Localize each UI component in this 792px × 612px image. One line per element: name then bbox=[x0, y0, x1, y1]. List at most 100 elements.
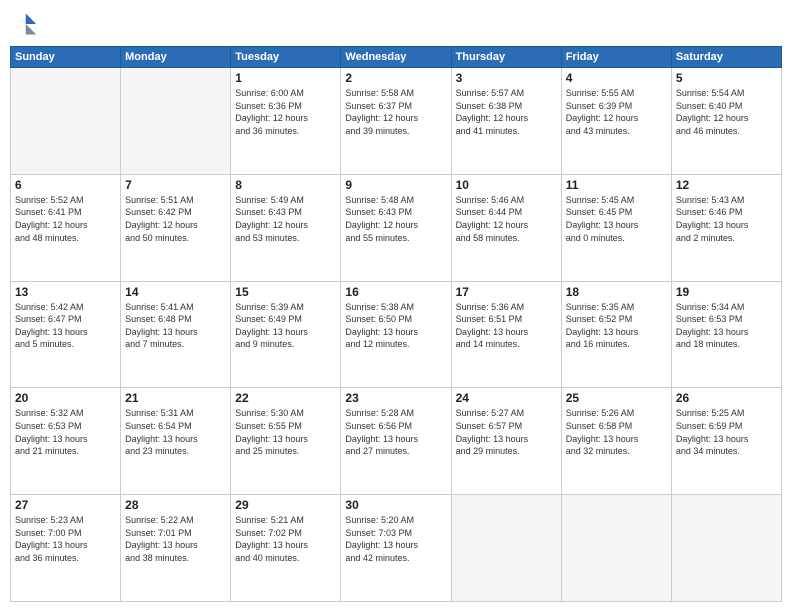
calendar-header-row: SundayMondayTuesdayWednesdayThursdayFrid… bbox=[11, 47, 782, 68]
calendar-cell bbox=[11, 68, 121, 175]
calendar-cell: 15 Sunrise: 5:39 AM Sunset: 6:49 PM Dayli… bbox=[231, 281, 341, 388]
calendar-cell: 11 Sunrise: 5:45 AM Sunset: 6:45 PM Dayli… bbox=[561, 174, 671, 281]
weekday-header: Monday bbox=[121, 47, 231, 68]
calendar-cell: 10 Sunrise: 5:46 AM Sunset: 6:44 PM Dayli… bbox=[451, 174, 561, 281]
calendar-cell: 28 Sunrise: 5:22 AM Sunset: 7:01 PM Dayli… bbox=[121, 495, 231, 602]
calendar-cell: 22 Sunrise: 5:30 AM Sunset: 6:55 PM Dayli… bbox=[231, 388, 341, 495]
day-number: 25 bbox=[566, 391, 667, 405]
day-info: Sunrise: 5:51 AM Sunset: 6:42 PM Dayligh… bbox=[125, 194, 226, 244]
day-info: Sunrise: 5:32 AM Sunset: 6:53 PM Dayligh… bbox=[15, 407, 116, 457]
header bbox=[10, 10, 782, 38]
calendar-cell: 30 Sunrise: 5:20 AM Sunset: 7:03 PM Dayli… bbox=[341, 495, 451, 602]
day-info: Sunrise: 5:39 AM Sunset: 6:49 PM Dayligh… bbox=[235, 301, 336, 351]
day-info: Sunrise: 5:31 AM Sunset: 6:54 PM Dayligh… bbox=[125, 407, 226, 457]
calendar-cell bbox=[671, 495, 781, 602]
day-number: 8 bbox=[235, 178, 336, 192]
day-number: 2 bbox=[345, 71, 446, 85]
calendar-cell: 26 Sunrise: 5:25 AM Sunset: 6:59 PM Dayli… bbox=[671, 388, 781, 495]
calendar-cell: 19Sunrise: 5:34 AM Sunset: 6:53 PM Dayli… bbox=[671, 281, 781, 388]
day-info: Sunrise: 5:38 AM Sunset: 6:50 PM Dayligh… bbox=[345, 301, 446, 351]
calendar-week-row: 27 Sunrise: 5:23 AM Sunset: 7:00 PM Dayli… bbox=[11, 495, 782, 602]
calendar-week-row: 6 Sunrise: 5:52 AM Sunset: 6:41 PM Daylig… bbox=[11, 174, 782, 281]
day-info: Sunrise: 5:52 AM Sunset: 6:41 PM Dayligh… bbox=[15, 194, 116, 244]
calendar-cell: 17 Sunrise: 5:36 AM Sunset: 6:51 PM Dayli… bbox=[451, 281, 561, 388]
calendar-cell: 7 Sunrise: 5:51 AM Sunset: 6:42 PM Daylig… bbox=[121, 174, 231, 281]
day-number: 11 bbox=[566, 178, 667, 192]
day-info: Sunrise: 5:54 AM Sunset: 6:40 PM Dayligh… bbox=[676, 87, 777, 137]
calendar-cell: 16 Sunrise: 5:38 AM Sunset: 6:50 PM Dayli… bbox=[341, 281, 451, 388]
day-info: Sunrise: 5:26 AM Sunset: 6:58 PM Dayligh… bbox=[566, 407, 667, 457]
calendar-cell: 4 Sunrise: 5:55 AM Sunset: 6:39 PM Daylig… bbox=[561, 68, 671, 175]
calendar-cell: 12Sunrise: 5:43 AM Sunset: 6:46 PM Dayli… bbox=[671, 174, 781, 281]
calendar-cell: 18 Sunrise: 5:35 AM Sunset: 6:52 PM Dayli… bbox=[561, 281, 671, 388]
day-info: Sunrise: 5:49 AM Sunset: 6:43 PM Dayligh… bbox=[235, 194, 336, 244]
calendar-cell: 14 Sunrise: 5:41 AM Sunset: 6:48 PM Dayli… bbox=[121, 281, 231, 388]
day-number: 14 bbox=[125, 285, 226, 299]
calendar-cell: 9 Sunrise: 5:48 AM Sunset: 6:43 PM Daylig… bbox=[341, 174, 451, 281]
calendar-table: SundayMondayTuesdayWednesdayThursdayFrid… bbox=[10, 46, 782, 602]
page: SundayMondayTuesdayWednesdayThursdayFrid… bbox=[0, 0, 792, 612]
day-number: 10 bbox=[456, 178, 557, 192]
day-info: Sunrise: 5:48 AM Sunset: 6:43 PM Dayligh… bbox=[345, 194, 446, 244]
day-info: Sunrise: 5:41 AM Sunset: 6:48 PM Dayligh… bbox=[125, 301, 226, 351]
day-number: 18 bbox=[566, 285, 667, 299]
day-number: 19 bbox=[676, 285, 777, 299]
weekday-header: Wednesday bbox=[341, 47, 451, 68]
calendar-cell: 13Sunrise: 5:42 AM Sunset: 6:47 PM Dayli… bbox=[11, 281, 121, 388]
day-info: Sunrise: 5:25 AM Sunset: 6:59 PM Dayligh… bbox=[676, 407, 777, 457]
day-number: 27 bbox=[15, 498, 116, 512]
calendar-week-row: 20Sunrise: 5:32 AM Sunset: 6:53 PM Dayli… bbox=[11, 388, 782, 495]
day-number: 22 bbox=[235, 391, 336, 405]
day-number: 7 bbox=[125, 178, 226, 192]
day-number: 21 bbox=[125, 391, 226, 405]
day-info: Sunrise: 5:55 AM Sunset: 6:39 PM Dayligh… bbox=[566, 87, 667, 137]
day-number: 26 bbox=[676, 391, 777, 405]
calendar-cell: 1Sunrise: 6:00 AM Sunset: 6:36 PM Daylig… bbox=[231, 68, 341, 175]
weekday-header: Friday bbox=[561, 47, 671, 68]
day-number: 30 bbox=[345, 498, 446, 512]
day-number: 23 bbox=[345, 391, 446, 405]
calendar-week-row: 13Sunrise: 5:42 AM Sunset: 6:47 PM Dayli… bbox=[11, 281, 782, 388]
logo-icon bbox=[10, 10, 38, 38]
calendar-cell bbox=[561, 495, 671, 602]
calendar-cell: 3Sunrise: 5:57 AM Sunset: 6:38 PM Daylig… bbox=[451, 68, 561, 175]
day-info: Sunrise: 5:58 AM Sunset: 6:37 PM Dayligh… bbox=[345, 87, 446, 137]
day-info: Sunrise: 5:42 AM Sunset: 6:47 PM Dayligh… bbox=[15, 301, 116, 351]
calendar-cell: 29Sunrise: 5:21 AM Sunset: 7:02 PM Dayli… bbox=[231, 495, 341, 602]
calendar-body: 1Sunrise: 6:00 AM Sunset: 6:36 PM Daylig… bbox=[11, 68, 782, 602]
day-number: 12 bbox=[676, 178, 777, 192]
day-number: 29 bbox=[235, 498, 336, 512]
day-number: 24 bbox=[456, 391, 557, 405]
day-info: Sunrise: 6:00 AM Sunset: 6:36 PM Dayligh… bbox=[235, 87, 336, 137]
day-info: Sunrise: 5:36 AM Sunset: 6:51 PM Dayligh… bbox=[456, 301, 557, 351]
calendar-cell: 27 Sunrise: 5:23 AM Sunset: 7:00 PM Dayli… bbox=[11, 495, 121, 602]
weekday-header: Sunday bbox=[11, 47, 121, 68]
calendar-cell: 21 Sunrise: 5:31 AM Sunset: 6:54 PM Dayli… bbox=[121, 388, 231, 495]
day-number: 6 bbox=[15, 178, 116, 192]
day-info: Sunrise: 5:30 AM Sunset: 6:55 PM Dayligh… bbox=[235, 407, 336, 457]
calendar-cell: 8 Sunrise: 5:49 AM Sunset: 6:43 PM Daylig… bbox=[231, 174, 341, 281]
day-info: Sunrise: 5:46 AM Sunset: 6:44 PM Dayligh… bbox=[456, 194, 557, 244]
calendar-cell: 23 Sunrise: 5:28 AM Sunset: 6:56 PM Dayli… bbox=[341, 388, 451, 495]
day-info: Sunrise: 5:28 AM Sunset: 6:56 PM Dayligh… bbox=[345, 407, 446, 457]
day-info: Sunrise: 5:20 AM Sunset: 7:03 PM Dayligh… bbox=[345, 514, 446, 564]
calendar-cell: 25 Sunrise: 5:26 AM Sunset: 6:58 PM Dayli… bbox=[561, 388, 671, 495]
day-number: 15 bbox=[235, 285, 336, 299]
day-number: 16 bbox=[345, 285, 446, 299]
day-info: Sunrise: 5:45 AM Sunset: 6:45 PM Dayligh… bbox=[566, 194, 667, 244]
day-number: 4 bbox=[566, 71, 667, 85]
calendar-cell: 20Sunrise: 5:32 AM Sunset: 6:53 PM Dayli… bbox=[11, 388, 121, 495]
day-info: Sunrise: 5:23 AM Sunset: 7:00 PM Dayligh… bbox=[15, 514, 116, 564]
calendar-cell bbox=[121, 68, 231, 175]
calendar-cell bbox=[451, 495, 561, 602]
day-number: 28 bbox=[125, 498, 226, 512]
day-number: 9 bbox=[345, 178, 446, 192]
weekday-header: Thursday bbox=[451, 47, 561, 68]
day-number: 17 bbox=[456, 285, 557, 299]
day-info: Sunrise: 5:57 AM Sunset: 6:38 PM Dayligh… bbox=[456, 87, 557, 137]
calendar-week-row: 1Sunrise: 6:00 AM Sunset: 6:36 PM Daylig… bbox=[11, 68, 782, 175]
day-info: Sunrise: 5:22 AM Sunset: 7:01 PM Dayligh… bbox=[125, 514, 226, 564]
day-info: Sunrise: 5:35 AM Sunset: 6:52 PM Dayligh… bbox=[566, 301, 667, 351]
calendar-cell: 24Sunrise: 5:27 AM Sunset: 6:57 PM Dayli… bbox=[451, 388, 561, 495]
calendar-cell: 5Sunrise: 5:54 AM Sunset: 6:40 PM Daylig… bbox=[671, 68, 781, 175]
